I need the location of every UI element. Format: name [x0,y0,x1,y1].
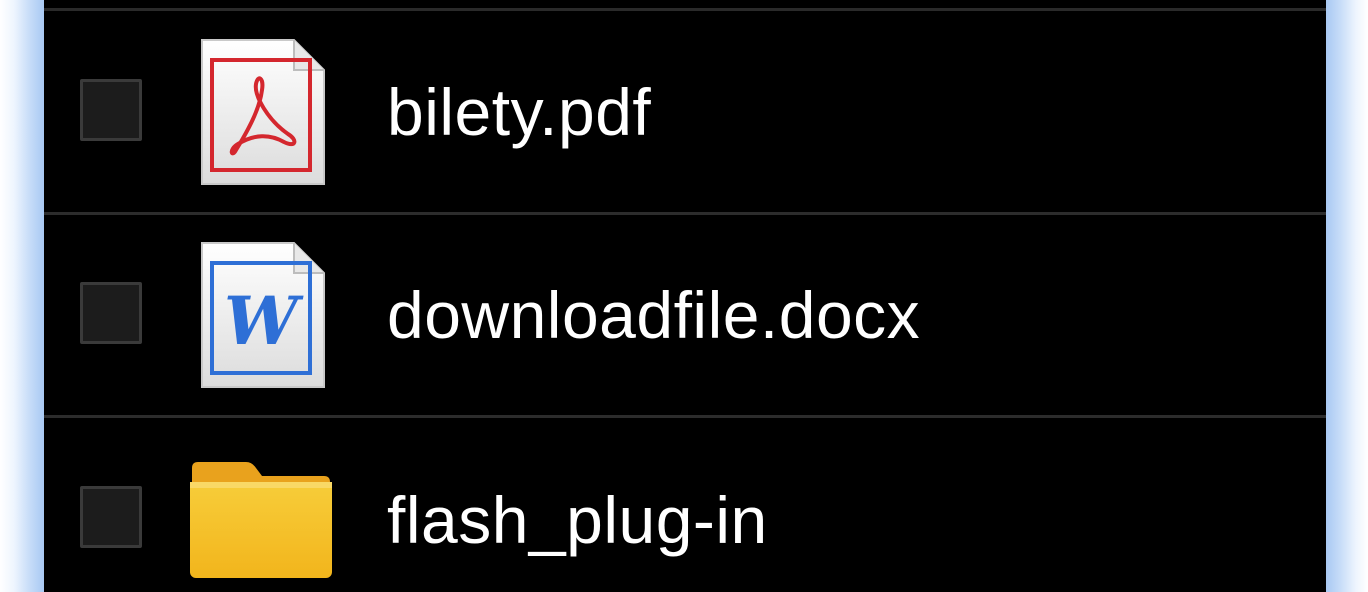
file-row-bilety-pdf[interactable]: bilety.pdf [44,12,1326,212]
svg-text:W: W [224,282,304,360]
pdf-file-icon [201,39,325,185]
file-row-flash-plug-in[interactable]: flash_plug-in [44,418,1326,592]
device-frame-left [0,0,44,592]
word-document-icon: W [201,242,325,388]
folder-icon [190,462,332,578]
file-checkbox[interactable] [80,79,142,141]
file-name: bilety.pdf [387,75,652,149]
file-name: downloadfile.docx [387,278,921,352]
file-name: flash_plug-in [387,483,768,557]
file-checkbox[interactable] [80,486,142,548]
device-frame-right [1326,0,1368,592]
file-checkbox[interactable] [80,282,142,344]
file-list-screen: bilety.pdf W downloadfile.docx flash_plu… [44,0,1326,592]
file-row-downloadfile-docx[interactable]: W downloadfile.docx [44,215,1326,415]
top-divider [44,8,1326,11]
